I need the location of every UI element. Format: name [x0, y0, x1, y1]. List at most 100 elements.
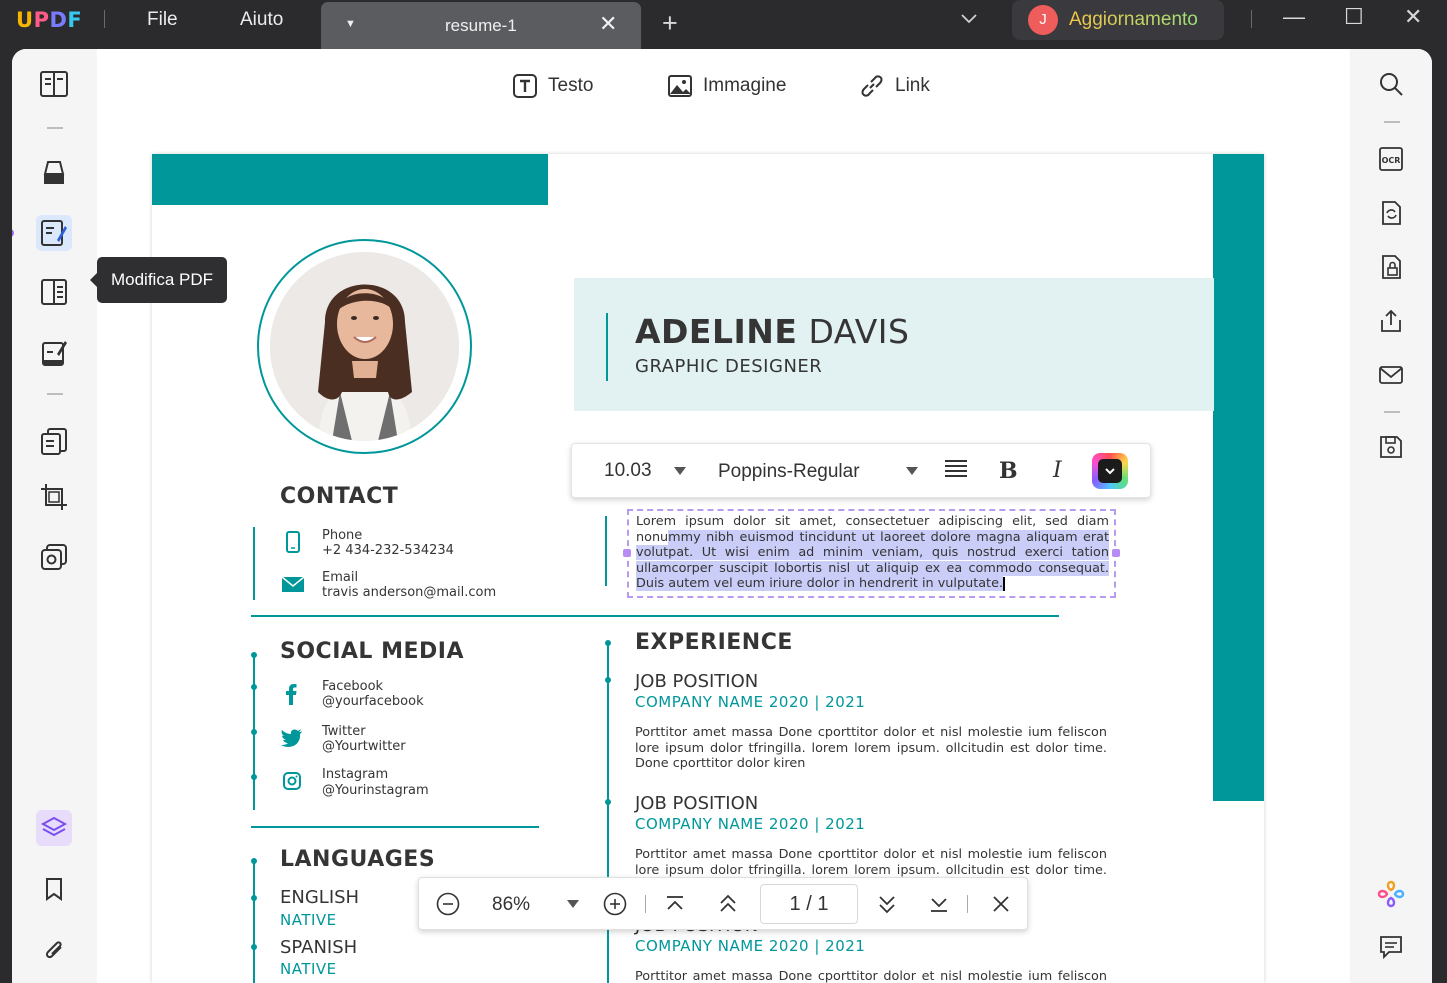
first-page-icon[interactable]	[665, 894, 685, 914]
convert-icon[interactable]	[1373, 195, 1409, 231]
minimize-button[interactable]: —	[1283, 4, 1305, 30]
search-icon[interactable]	[1373, 66, 1409, 102]
save-icon[interactable]	[1373, 429, 1409, 465]
ocr-icon[interactable]: OCR	[1373, 141, 1409, 177]
pages-icon[interactable]	[36, 423, 72, 459]
add-link-label: Link	[895, 75, 930, 96]
reader-icon[interactable]	[36, 66, 72, 102]
about-accent-line	[605, 516, 607, 586]
document-tab[interactable]: ▼ resume-1 ✕	[321, 2, 641, 49]
pdf-page: ADELINE DAVIS GRAPHIC DESIGNER Lorem ips…	[152, 154, 1264, 983]
email-share-icon[interactable]	[1373, 357, 1409, 393]
instagram-label: Instagram	[322, 767, 389, 782]
edit-pdf-icon[interactable]	[36, 215, 72, 251]
font-size-dropdown-icon[interactable]	[674, 467, 686, 475]
svg-text:OCR: OCR	[1382, 156, 1401, 165]
next-page-icon[interactable]	[877, 893, 897, 915]
color-picker-button[interactable]	[1092, 453, 1128, 489]
zoombar-divider	[967, 895, 968, 913]
share-icon[interactable]	[1373, 303, 1409, 339]
add-text-button[interactable]: Testo	[512, 73, 593, 99]
editable-paragraph[interactable]: Lorem ipsum dolor sit amet, consectetuer…	[636, 514, 1109, 592]
resize-handle-left[interactable]	[623, 549, 631, 557]
font-size-value[interactable]: 10.03	[604, 460, 652, 482]
twitter-label: Twitter	[322, 724, 366, 739]
person-title[interactable]: GRAPHIC DESIGNER	[635, 356, 822, 377]
company-name: COMPANY NAME 2020 | 2021	[635, 693, 866, 711]
last-name: DAVIS	[797, 312, 910, 351]
tab-close-icon[interactable]: ✕	[599, 11, 617, 37]
timeline-bullet	[251, 858, 257, 864]
add-image-button[interactable]: Immagine	[667, 73, 786, 99]
protect-icon[interactable]	[1373, 249, 1409, 285]
current-page: 1	[789, 893, 801, 915]
crop-icon[interactable]	[36, 479, 72, 515]
attachment-icon[interactable]	[36, 931, 72, 967]
section-divider	[251, 615, 1059, 617]
phone-icon	[286, 531, 300, 553]
company-name: COMPANY NAME 2020 | 2021	[635, 937, 866, 955]
page-organize-icon[interactable]	[36, 274, 72, 310]
zoom-navigation-bar: 86% 1 / 1	[418, 877, 1028, 930]
name-block: ADELINE DAVIS GRAPHIC DESIGNER	[574, 278, 1214, 411]
ai-assistant-icon[interactable]	[1373, 876, 1409, 912]
tabs-dropdown-icon[interactable]	[960, 13, 978, 25]
language-level: NATIVE	[280, 911, 337, 929]
job-description: Porttitor amet massa Done cporttitor dol…	[635, 725, 1107, 771]
contact-heading: CONTACT	[280, 484, 399, 509]
timeline-bullet	[605, 799, 611, 805]
sidebar-divider	[47, 127, 63, 129]
menu-help[interactable]: Aiuto	[240, 9, 283, 31]
language-name: ENGLISH	[280, 887, 360, 908]
email-label: Email	[322, 570, 359, 585]
facebook-icon	[286, 684, 297, 705]
italic-button[interactable]: I	[1053, 458, 1062, 483]
title-divider	[1251, 10, 1252, 28]
profile-photo	[270, 252, 459, 441]
new-tab-button[interactable]: +	[662, 8, 678, 39]
fill-sign-icon[interactable]	[36, 335, 72, 371]
layers-icon[interactable]	[36, 810, 72, 846]
zoom-in-icon[interactable]	[603, 892, 627, 916]
bold-button[interactable]: B	[999, 458, 1018, 484]
menu-file[interactable]: File	[147, 9, 178, 31]
font-name-dropdown-icon[interactable]	[906, 467, 918, 475]
company-name: COMPANY NAME 2020 | 2021	[635, 815, 866, 833]
stamp-icon[interactable]	[36, 539, 72, 575]
languages-line	[253, 860, 255, 983]
resize-handle-right[interactable]	[1112, 549, 1120, 557]
selected-text: mmy nibh euismod tincidunt ut laoreet do…	[636, 529, 1109, 591]
zoom-out-icon[interactable]	[436, 892, 460, 916]
previous-page-icon[interactable]	[718, 893, 738, 915]
tab-dropdown-icon[interactable]: ▼	[345, 18, 356, 30]
maximize-button[interactable]: ☐	[1344, 4, 1364, 30]
highlighter-icon[interactable]	[36, 155, 72, 191]
color-swatch	[1098, 459, 1122, 483]
font-name-value[interactable]: Poppins-Regular	[718, 461, 860, 483]
zoom-level[interactable]: 86%	[492, 894, 530, 916]
close-window-button[interactable]: ✕	[1404, 4, 1422, 30]
comment-icon[interactable]	[1373, 929, 1409, 965]
align-icon[interactable]	[945, 459, 967, 479]
side-band	[1213, 154, 1264, 801]
person-name[interactable]: ADELINE DAVIS	[635, 312, 910, 351]
avatar: J	[1028, 5, 1058, 35]
text-edit-box[interactable]: Lorem ipsum dolor sit amet, consectetuer…	[623, 509, 1120, 598]
updf-logo: UPDF	[16, 8, 83, 32]
document-workarea: Testo Immagine Link ADELINE DAVIS GRAPHI…	[97, 49, 1350, 983]
email-value: travis anderson@mail.com	[322, 585, 497, 600]
add-link-button[interactable]: Link	[859, 73, 930, 99]
upgrade-button[interactable]: J Aggiornamento	[1012, 0, 1224, 40]
zoom-dropdown-icon[interactable]	[567, 900, 579, 908]
bookmark-icon[interactable]	[36, 871, 72, 907]
close-zoombar-icon[interactable]	[991, 894, 1011, 914]
email-icon	[282, 577, 304, 592]
text-cursor	[1003, 576, 1006, 591]
language-level: NATIVE	[280, 960, 337, 978]
title-divider	[104, 10, 105, 28]
last-page-icon[interactable]	[929, 894, 949, 914]
sidebar-divider	[47, 393, 63, 395]
instagram-handle: @Yourinstagram	[322, 783, 429, 798]
name-accent-bar	[606, 313, 608, 381]
page-number-input[interactable]: 1 / 1	[760, 884, 858, 924]
